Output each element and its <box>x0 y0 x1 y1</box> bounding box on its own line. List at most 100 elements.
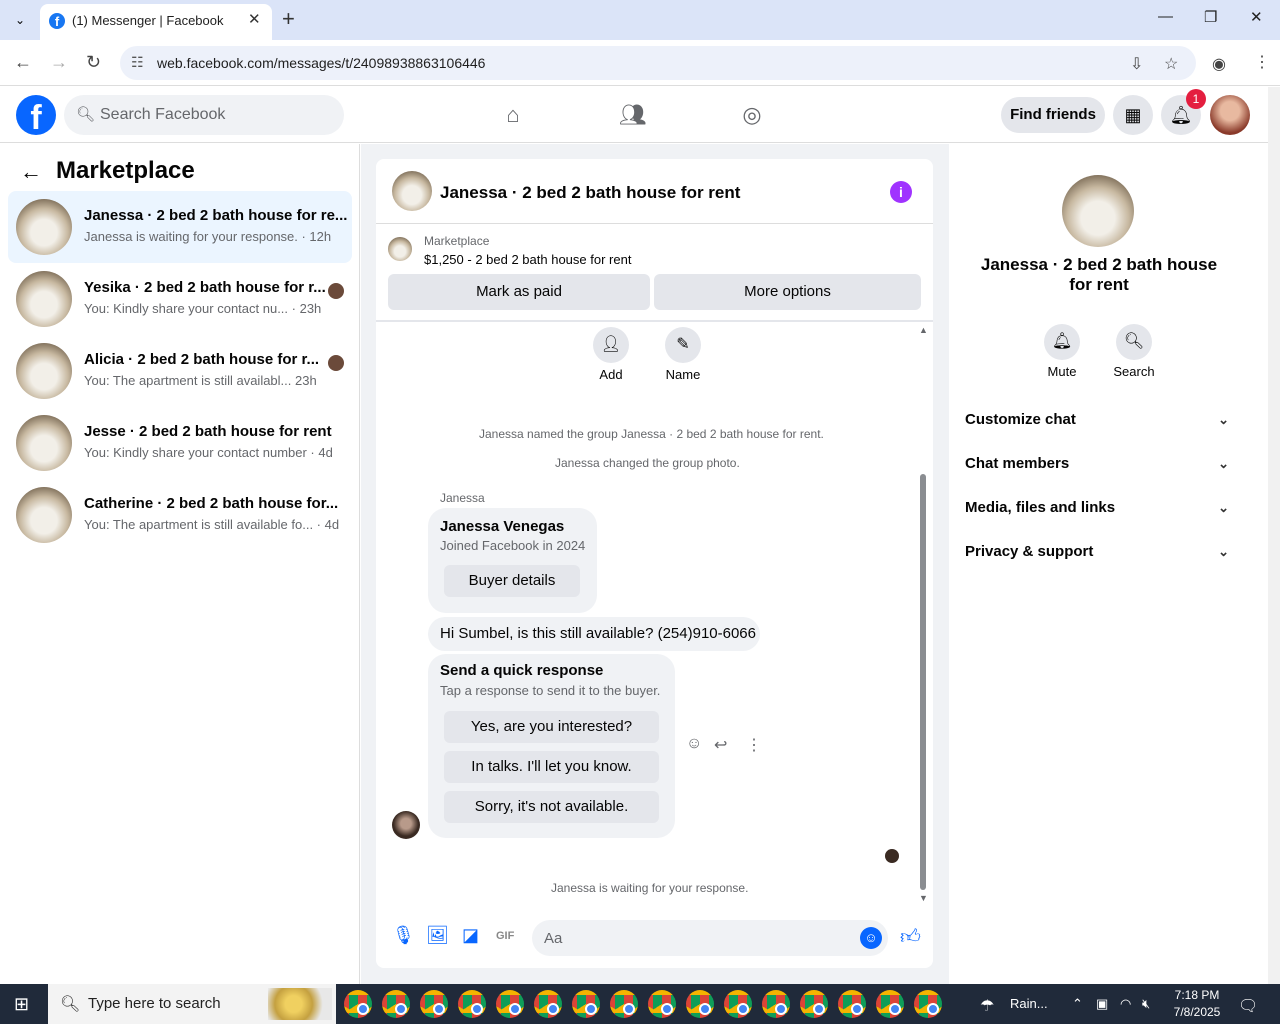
reload-icon[interactable]: ↻ <box>86 52 101 73</box>
meet-icon[interactable]: ▣ <box>1096 996 1108 1012</box>
clock-time[interactable]: 7:18 PM <box>1172 988 1222 1002</box>
browser-tab[interactable]: f (1) Messenger | Facebook ✕ <box>40 4 272 40</box>
chrome-app-icon[interactable] <box>420 990 448 1018</box>
chrome-app-icon[interactable] <box>800 990 828 1018</box>
weather-umbrella-icon[interactable]: ☂ <box>980 996 994 1016</box>
back-arrow-icon[interactable]: ← <box>14 52 32 73</box>
listing-price-title[interactable]: $1,250 - 2 bed 2 bath house for rent <box>424 252 631 267</box>
tab-list-chevron-icon[interactable]: ⌄ <box>8 8 32 32</box>
conversation-item-jesse[interactable]: Jesse · 2 bed 2 bath house for rent You:… <box>8 407 352 479</box>
minimize-button[interactable]: — <box>1158 8 1173 25</box>
customize-chat-section[interactable]: Customize chat ⌄ <box>965 402 1237 438</box>
windows-start-icon[interactable]: ⊞ <box>14 994 29 1015</box>
chrome-app-icon[interactable] <box>876 990 904 1018</box>
chrome-app-icon[interactable] <box>458 990 486 1018</box>
facebook-logo-icon[interactable]: f <box>16 95 56 137</box>
thumbs-up-icon[interactable]: 👍︎ <box>900 925 921 949</box>
home-icon[interactable]: ⌂ <box>497 99 529 131</box>
search-highlight-image <box>268 988 332 1020</box>
weather-label[interactable]: Rain... <box>1010 996 1048 1011</box>
chrome-app-icon[interactable] <box>724 990 752 1018</box>
listing-thumbnail[interactable] <box>388 237 412 261</box>
mark-as-paid-button[interactable]: Mark as paid <box>388 274 650 310</box>
message-input[interactable]: Aa ☺ <box>532 920 888 956</box>
tab-close-icon[interactable]: ✕ <box>248 10 261 28</box>
listing-thumbnail <box>16 487 72 543</box>
conversation-item-janessa[interactable]: Janessa · 2 bed 2 bath house for re... J… <box>8 191 352 263</box>
privacy-support-section[interactable]: Privacy & support ⌄ <box>965 534 1237 570</box>
close-window-button[interactable]: ✕ <box>1250 8 1263 26</box>
clock-date[interactable]: 7/8/2025 <box>1172 1005 1222 1019</box>
info-icon[interactable]: i <box>890 181 912 203</box>
profile-icon[interactable]: ◉ <box>1212 54 1226 74</box>
account-avatar[interactable] <box>1210 95 1250 135</box>
groups-icon[interactable]: ◎ <box>736 99 768 131</box>
site-info-icon[interactable]: ☷ <box>131 54 144 71</box>
quick-response-button[interactable]: Yes, are you interested? <box>444 711 659 743</box>
add-person-icon[interactable]: 👤︎ <box>593 327 629 363</box>
volume-muted-icon[interactable]: 🔇︎ <box>1142 996 1150 1012</box>
edit-name-pencil-icon[interactable]: ✎ <box>665 327 701 363</box>
back-arrow-icon[interactable]: ← <box>20 159 42 185</box>
chrome-app-icon[interactable] <box>572 990 600 1018</box>
mute-label[interactable]: Mute <box>1032 364 1092 379</box>
media-files-links-section[interactable]: Media, files and links ⌄ <box>965 490 1237 526</box>
find-friends-button[interactable]: Find friends <box>1001 97 1105 133</box>
facebook-search-input[interactable]: 🔍︎ Search Facebook <box>64 95 344 135</box>
chrome-app-icon[interactable] <box>382 990 410 1018</box>
notifications-icon[interactable]: 🗨︎ <box>1238 996 1258 1016</box>
wifi-icon[interactable]: ◠ <box>1120 996 1131 1012</box>
taskbar-search[interactable]: 🔍︎ Type here to search <box>48 984 336 1024</box>
photo-icon[interactable]: 🖼︎ <box>426 925 449 946</box>
microphone-icon[interactable]: 🎙︎ <box>392 925 415 946</box>
new-tab-button[interactable]: + <box>282 6 295 32</box>
chrome-app-icon[interactable] <box>686 990 714 1018</box>
chrome-app-icon[interactable] <box>344 990 372 1018</box>
browser-menu-icon[interactable]: ⋮ <box>1254 52 1270 72</box>
add-label[interactable]: Add <box>581 367 641 382</box>
quick-response-button[interactable]: In talks. I'll let you know. <box>444 751 659 783</box>
chat-members-section[interactable]: Chat members ⌄ <box>965 446 1237 482</box>
react-emoji-icon[interactable]: ☺ <box>686 735 702 753</box>
menu-grid-icon[interactable]: ▦ <box>1113 95 1153 135</box>
chat-title[interactable]: Janessa · 2 bed 2 bath house for rent <box>440 183 740 203</box>
chrome-app-icon[interactable] <box>648 990 676 1018</box>
sender-avatar[interactable] <box>392 811 420 839</box>
friends-icon[interactable]: 👥︎ <box>617 99 649 131</box>
chrome-app-icon[interactable] <box>762 990 790 1018</box>
sticker-icon[interactable]: ◪ <box>462 925 479 946</box>
install-app-icon[interactable]: ⇩ <box>1130 54 1143 74</box>
conversation-item-alicia[interactable]: Alicia · 2 bed 2 bath house for r... You… <box>8 335 352 407</box>
bookmark-star-icon[interactable]: ☆ <box>1164 54 1178 74</box>
conversation-item-catherine[interactable]: Catherine · 2 bed 2 bath house for... Yo… <box>8 479 352 551</box>
search-icon[interactable]: 🔍︎ <box>1116 324 1152 360</box>
gif-icon[interactable]: GIF <box>496 930 514 942</box>
search-label[interactable]: Search <box>1104 364 1164 379</box>
tray-chevron-icon[interactable]: ⌃ <box>1072 996 1083 1012</box>
forward-arrow-icon[interactable]: → <box>50 52 68 73</box>
conversation-name: Catherine · 2 bed 2 bath house for... <box>84 495 339 512</box>
address-bar[interactable]: ☷ web.facebook.com/messages/t/2409893886… <box>120 46 1196 80</box>
message-bubble[interactable]: Hi Sumbel, is this still available? (254… <box>428 617 760 651</box>
restore-button[interactable]: ❐ <box>1204 8 1217 26</box>
emoji-icon[interactable]: ☺ <box>860 927 882 949</box>
mute-bell-icon[interactable]: 🔔︎ <box>1044 324 1080 360</box>
quick-response-button[interactable]: Sorry, it's not available. <box>444 791 659 823</box>
chrome-app-icon[interactable] <box>534 990 562 1018</box>
chrome-app-icon[interactable] <box>914 990 942 1018</box>
more-icon[interactable]: ⋮ <box>746 735 762 755</box>
conversation-preview: You: Kindly share your contact number · … <box>84 445 333 460</box>
reply-icon[interactable]: ↩ <box>714 735 727 755</box>
scroll-up-arrow-icon[interactable]: ▲ <box>919 325 928 335</box>
chrome-app-icon[interactable] <box>610 990 638 1018</box>
conversation-item-yesika[interactable]: Yesika · 2 bed 2 bath house for r... You… <box>8 263 352 335</box>
chat-thumbnail[interactable] <box>392 171 432 211</box>
chrome-app-icon[interactable] <box>496 990 524 1018</box>
page-scrollbar[interactable] <box>1268 87 1280 984</box>
scroll-down-arrow-icon[interactable]: ▼ <box>919 893 928 903</box>
chrome-app-icon[interactable] <box>838 990 866 1018</box>
more-options-button[interactable]: More options <box>654 274 921 310</box>
scrollbar-thumb[interactable] <box>920 474 926 890</box>
buyer-details-button[interactable]: Buyer details <box>444 565 580 597</box>
name-label[interactable]: Name <box>653 367 713 382</box>
